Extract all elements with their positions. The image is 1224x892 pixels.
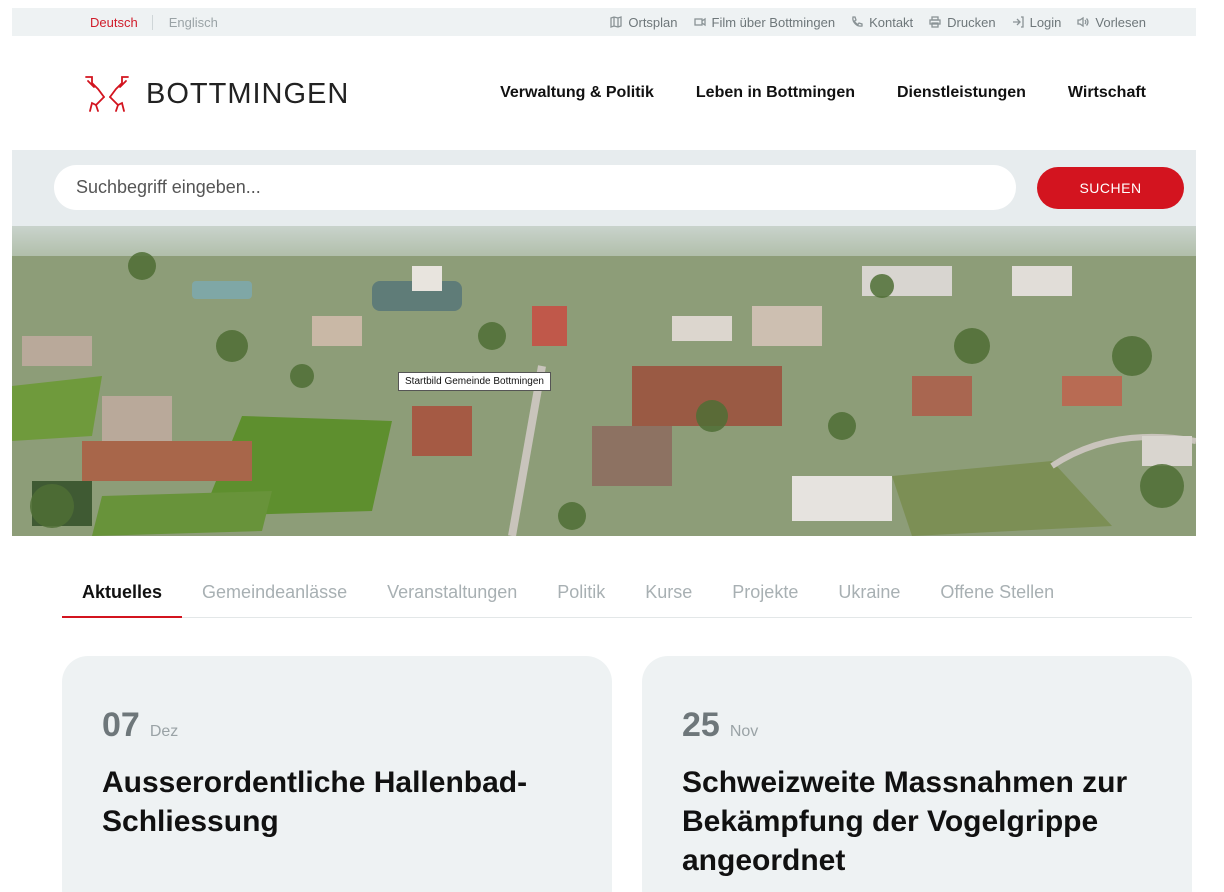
nav-verwaltung-politik[interactable]: Verwaltung & Politik (500, 84, 654, 102)
search-button[interactable]: SUCHEN (1037, 167, 1184, 209)
news-card[interactable]: 07 Dez Ausserordentliche Hallenbad-Schli… (62, 656, 612, 892)
utility-label: Vorlesen (1095, 14, 1146, 30)
utility-label: Kontakt (869, 14, 914, 30)
top-utility-bar: Deutsch Englisch Ortsplan Film über Bott… (12, 8, 1196, 36)
news-month: Nov (729, 723, 759, 740)
main-navigation: Verwaltung & Politik Leben in Bottmingen… (500, 84, 1146, 102)
news-card[interactable]: 25 Nov Schweizweite Massnahmen zur Bekäm… (642, 656, 1192, 892)
tab-ukraine[interactable]: Ukraine (818, 582, 920, 618)
printer-icon (929, 16, 941, 28)
login-icon (1012, 16, 1024, 28)
utility-drucken[interactable]: Drucken (929, 14, 996, 30)
search-input[interactable] (54, 165, 1016, 210)
nav-dienstleistungen[interactable]: Dienstleistungen (897, 84, 1026, 102)
video-icon (693, 17, 706, 27)
site-logo[interactable]: BOTTMINGEN (82, 73, 349, 115)
tab-projekte[interactable]: Projekte (712, 582, 818, 618)
news-title: Ausserordentliche Hallenbad-Schliessung (102, 766, 528, 838)
utility-film[interactable]: Film über Bottmingen (693, 14, 836, 30)
language-english[interactable]: Englisch (153, 15, 218, 30)
utility-label: Film über Bottmingen (711, 14, 836, 30)
utility-ortsplan[interactable]: Ortsplan (610, 14, 678, 30)
tab-veranstaltungen[interactable]: Veranstaltungen (367, 582, 537, 618)
utility-label: Login (1029, 14, 1062, 30)
utility-kontakt[interactable]: Kontakt (851, 15, 913, 30)
tab-aktuelles[interactable]: Aktuelles (62, 582, 183, 618)
utility-label: Ortsplan (628, 14, 678, 30)
tab-kurse[interactable]: Kurse (625, 582, 712, 618)
tab-gemeindeanlaesse[interactable]: Gemeindeanlässe (182, 582, 367, 618)
news-day: 25 (682, 706, 720, 744)
utility-label: Drucken (947, 14, 996, 30)
utility-links: Ortsplan Film über Bottmingen Kontakt Dr… (610, 8, 1146, 36)
news-day: 07 (102, 706, 140, 744)
utility-vorlesen[interactable]: Vorlesen (1077, 15, 1146, 30)
logo-text: BOTTMINGEN (146, 77, 350, 110)
language-switcher: Deutsch Englisch (90, 8, 218, 36)
utility-login[interactable]: Login (1012, 14, 1062, 30)
news-tabs: Aktuelles Gemeindeanlässe Veranstaltunge… (62, 582, 1192, 618)
language-german[interactable]: Deutsch (90, 14, 153, 30)
search-band: SUCHEN (12, 150, 1196, 226)
nav-wirtschaft[interactable]: Wirtschaft (1068, 84, 1146, 102)
map-icon (610, 16, 623, 28)
phone-icon (852, 16, 863, 27)
news-date: 25 Nov (682, 706, 1152, 745)
coat-of-arms-icon (85, 76, 129, 112)
tab-politik[interactable]: Politik (537, 582, 625, 618)
hero-aerial-image (12, 226, 1196, 536)
speaker-icon (1077, 16, 1089, 28)
news-title: Schweizweite Massnahmen zur Bekämpfung d… (682, 766, 1128, 877)
news-date: 07 Dez (102, 706, 572, 745)
nav-leben-in-bottmingen[interactable]: Leben in Bottmingen (696, 84, 855, 102)
news-month: Dez (149, 723, 179, 740)
aerial-village-image (12, 226, 1196, 536)
hero-tooltip: Startbild Gemeinde Bottmingen (398, 372, 551, 391)
tab-offene-stellen[interactable]: Offene Stellen (920, 582, 1074, 618)
